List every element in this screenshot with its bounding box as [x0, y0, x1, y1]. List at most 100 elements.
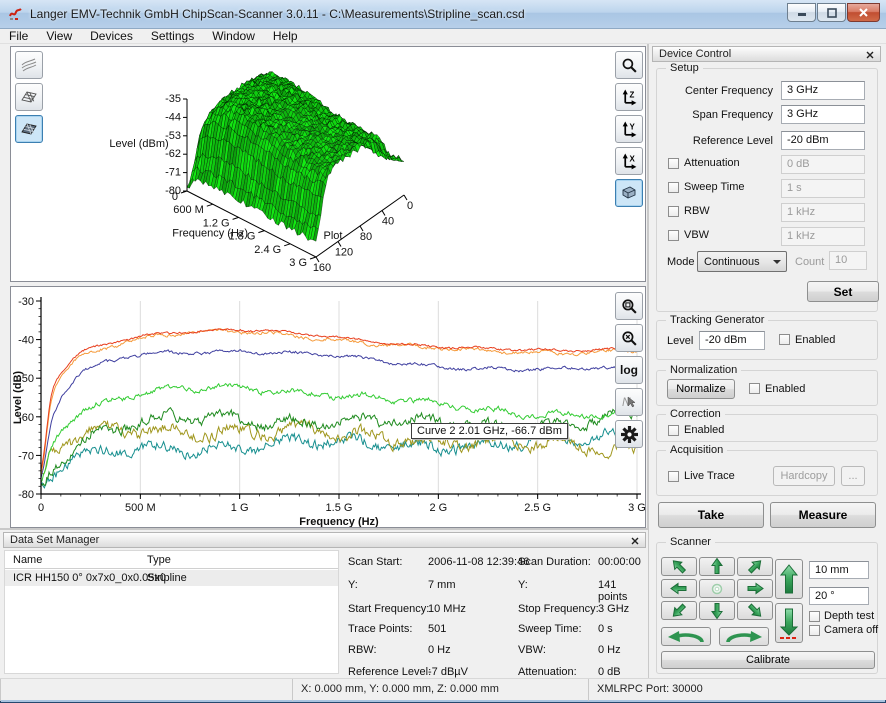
scan-info-label: Attenuation: — [518, 666, 577, 678]
status-xmlrpc-port: XMLRPC Port: 30000 — [588, 679, 880, 701]
count-input[interactable]: 10 — [829, 251, 867, 270]
scanner-center-button[interactable] — [699, 579, 735, 598]
correction-enabled-label: Enabled — [684, 424, 724, 436]
normalize-button[interactable]: Normalize — [667, 379, 735, 399]
trace-picker-button[interactable]: N — [615, 388, 643, 416]
count-label: Count — [795, 256, 824, 268]
menu-window[interactable]: Window — [203, 29, 264, 44]
svg-text:-62: -62 — [165, 148, 181, 160]
axis-y-button[interactable]: Y — [615, 115, 643, 143]
surface-solid-button[interactable] — [15, 115, 43, 143]
surface-wireframe-button[interactable] — [15, 83, 43, 111]
scanner-down-button[interactable] — [699, 601, 735, 620]
svg-text:1.5 G: 1.5 G — [326, 502, 353, 514]
spectrum-plot[interactable]: -30-40-50-60-70-800500 M1 G1.5 G2 G2.5 G… — [11, 287, 645, 527]
plot-settings-button[interactable] — [615, 420, 643, 448]
acquisition-legend: Acquisition — [666, 444, 727, 456]
status-bar: X: 0.000 mm, Y: 0.000 mm, Z: 0.000 mm XM… — [0, 678, 886, 700]
arrow-icon — [667, 558, 691, 575]
close-button[interactable] — [847, 3, 880, 22]
angle-step-input[interactable]: 20 ° — [809, 587, 869, 605]
sweep-time-input[interactable]: 1 s — [781, 179, 865, 198]
tg-level-input[interactable]: -20 dBm — [699, 331, 765, 350]
normalization-enabled-checkbox[interactable] — [749, 383, 760, 394]
scan-info-label: Trace Points: — [348, 623, 412, 635]
axis-z-button[interactable]: Z — [615, 83, 643, 111]
close-icon — [631, 537, 639, 545]
magnifier-icon — [621, 57, 638, 74]
menu-settings[interactable]: Settings — [142, 29, 203, 44]
axis-x-icon: X — [621, 153, 638, 170]
log-scale-button[interactable]: log — [615, 356, 643, 384]
rbw-checkbox[interactable] — [668, 206, 679, 217]
scan-info-label: VBW: — [518, 644, 546, 656]
menu-devices[interactable]: Devices — [81, 29, 142, 44]
scanner-left-button[interactable] — [661, 579, 697, 598]
scanner-up-right-button[interactable] — [737, 557, 773, 576]
arrow-icon — [743, 602, 767, 619]
scanner-group: Scanner — [656, 542, 878, 674]
scanner-down-right-button[interactable] — [737, 601, 773, 620]
tg-enabled-label: Enabled — [795, 334, 835, 346]
mode-select[interactable]: Continuous — [697, 251, 787, 272]
live-trace-checkbox[interactable] — [668, 471, 679, 482]
svg-text:0: 0 — [38, 502, 44, 514]
hardcopy-button[interactable]: Hardcopy — [773, 466, 835, 486]
scanner-rotate-ccw-button[interactable] — [661, 627, 711, 646]
table-row[interactable]: ICR HH150 0° 0x7x0_0x0.05x0Stripline — [5, 570, 338, 586]
zoom-box-icon — [621, 298, 638, 315]
step-size-input[interactable]: 10 mm — [809, 561, 869, 579]
probe-down-button[interactable] — [775, 603, 803, 643]
calibrate-button[interactable]: Calibrate — [661, 651, 875, 669]
scanner-right-button[interactable] — [737, 579, 773, 598]
attenuation-input[interactable]: 0 dB — [781, 155, 865, 174]
dataset-table[interactable]: Name Type ICR HH150 0° 0x7x0_0x0.05x0Str… — [4, 550, 339, 674]
scanner-down-left-button[interactable] — [661, 601, 697, 620]
vbw-checkbox[interactable] — [668, 230, 679, 241]
surface-lines-button[interactable] — [15, 51, 43, 79]
reference-level-label: Reference Level — [663, 135, 773, 147]
zoom-3d-button[interactable] — [615, 51, 643, 79]
scanner-up-left-button[interactable] — [661, 557, 697, 576]
close-icon — [858, 7, 869, 18]
scanner-up-button[interactable] — [699, 557, 735, 576]
axis-y-icon: Y — [621, 121, 638, 138]
menu-help[interactable]: Help — [264, 29, 307, 44]
rotate-ccw-icon — [666, 630, 706, 644]
axis-x-button[interactable]: X — [615, 147, 643, 175]
maximize-button[interactable] — [817, 3, 846, 22]
depth-test-checkbox[interactable] — [809, 611, 820, 622]
column-header-type[interactable]: Type — [147, 554, 171, 566]
measure-button[interactable]: Measure — [770, 502, 876, 528]
zoom-reset-button[interactable] — [615, 324, 643, 352]
svg-text:80: 80 — [360, 231, 372, 243]
center-frequency-input[interactable]: 3 GHz — [781, 81, 865, 100]
scanner-rotate-cw-button[interactable] — [719, 627, 769, 646]
scan-info-label: Sweep Time: — [518, 623, 582, 635]
tg-enabled-checkbox[interactable] — [779, 334, 790, 345]
dataset-manager-close-button[interactable] — [629, 535, 641, 547]
menu-file[interactable]: File — [0, 29, 37, 44]
zoom-in-button[interactable] — [615, 292, 643, 320]
minimize-button[interactable] — [787, 3, 816, 22]
svg-text:120: 120 — [335, 247, 353, 259]
view-3d-button[interactable] — [615, 179, 643, 207]
reference-level-input[interactable]: -20 dBm — [781, 131, 865, 150]
dataset-type-cell: Stripline — [147, 572, 187, 584]
column-header-name[interactable]: Name — [13, 554, 42, 566]
device-control-close-button[interactable] — [864, 49, 876, 61]
set-button[interactable]: Set — [807, 281, 879, 302]
take-button[interactable]: Take — [658, 502, 764, 528]
probe-up-button[interactable] — [775, 559, 803, 599]
attenuation-checkbox[interactable] — [668, 158, 679, 169]
scan-info-value: 10 MHz — [428, 603, 466, 615]
hardcopy-more-button[interactable]: ... — [841, 466, 865, 486]
sweep-time-checkbox[interactable] — [668, 182, 679, 193]
vbw-input[interactable]: 1 kHz — [781, 227, 865, 246]
span-frequency-input[interactable]: 3 GHz — [781, 105, 865, 124]
menu-view[interactable]: View — [37, 29, 81, 44]
rbw-input[interactable]: 1 kHz — [781, 203, 865, 222]
surface-plot[interactable]: -35-44-53-62-71-80Level (dBm)0600 M1.2 G… — [11, 47, 645, 281]
camera-off-checkbox[interactable] — [809, 625, 820, 636]
correction-enabled-checkbox[interactable] — [668, 425, 679, 436]
